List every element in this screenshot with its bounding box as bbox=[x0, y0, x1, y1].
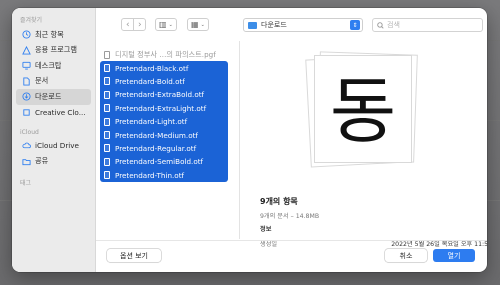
file-row[interactable]: Pretendard-Bold.otf bbox=[100, 75, 228, 88]
apps-icon bbox=[21, 45, 31, 55]
navigation-buttons: ‹ › bbox=[121, 18, 146, 31]
file-name: Pretendard-SemiBold.otf bbox=[115, 157, 204, 167]
search-field[interactable] bbox=[372, 18, 483, 32]
file-name: 디지털 정부사 …의 파의스트.pgf bbox=[115, 49, 216, 59]
file-list: 디지털 정부사 …의 파의스트.pgf Pretendard-Black.otf… bbox=[100, 48, 228, 182]
up-down-chevron-icon: ⇕ bbox=[350, 20, 360, 30]
sidebar-item-recents[interactable]: 최근 항목 bbox=[16, 27, 91, 43]
file-name: Pretendard-Medium.otf bbox=[115, 130, 198, 140]
sidebar-item-applications[interactable]: 응용 프로그램 bbox=[16, 43, 91, 59]
sidebar-item-label: 공유 bbox=[35, 156, 49, 166]
file-row[interactable]: Pretendard-Light.otf bbox=[100, 115, 228, 128]
preview-title: 9개의 항목 bbox=[260, 197, 298, 206]
file-name: Pretendard-Black.otf bbox=[115, 63, 189, 73]
columns-view-icon: ▥ bbox=[159, 20, 167, 29]
sidebar-item-shared[interactable]: 공유 bbox=[16, 154, 91, 170]
font-file-icon bbox=[104, 64, 110, 73]
preview-meta: 9개의 문서 – 14.8MB bbox=[260, 213, 320, 220]
grid-icon: ▦ bbox=[191, 20, 199, 29]
sidebar-item-downloads[interactable]: 다운로드 bbox=[16, 89, 91, 105]
sidebar-tags-header: 태그 bbox=[20, 180, 32, 187]
sidebar-item-label: 다운로드 bbox=[35, 91, 62, 101]
font-file-icon bbox=[104, 131, 110, 140]
file-name: Pretendard-Bold.otf bbox=[115, 76, 185, 86]
file-row[interactable]: Pretendard-SemiBold.otf bbox=[100, 155, 228, 168]
location-label: 다운로드 bbox=[261, 21, 287, 29]
document-icon bbox=[104, 50, 110, 59]
folder-icon bbox=[248, 21, 257, 29]
location-popup[interactable]: 다운로드 ⇕ bbox=[243, 18, 363, 32]
open-file-dialog: 즐겨찾기 최근 항목 응용 프로그램 데스크탑 문서 다운로드 Creative… bbox=[12, 8, 487, 272]
open-button[interactable]: 열기 bbox=[433, 249, 475, 262]
creative-cloud-icon bbox=[21, 107, 31, 117]
file-name: Pretendard-ExtraLight.otf bbox=[115, 103, 207, 113]
sidebar-item-label: 문서 bbox=[35, 76, 49, 86]
search-icon bbox=[377, 21, 384, 29]
toolbar: ‹ › ▥ ⌄ ▦ ⌄ 다운로드 ⇕ bbox=[96, 8, 487, 41]
cancel-button[interactable]: 취소 bbox=[385, 249, 427, 262]
file-row[interactable]: Pretendard-ExtraLight.otf bbox=[100, 102, 228, 115]
sidebar-item-label: 최근 항목 bbox=[35, 29, 64, 39]
preview-stack: 동 bbox=[305, 51, 418, 169]
file-row[interactable]: Pretendard-Black.otf bbox=[100, 61, 228, 74]
sidebar-item-icloud-drive[interactable]: iCloud Drive bbox=[16, 138, 91, 154]
download-icon bbox=[21, 92, 31, 102]
desktop-icon bbox=[21, 61, 31, 71]
font-glyph-preview: 동 bbox=[329, 69, 397, 153]
column-divider[interactable] bbox=[239, 41, 240, 239]
document-icon bbox=[21, 76, 31, 86]
font-file-icon bbox=[104, 104, 110, 113]
sidebar-item-documents[interactable]: 문서 bbox=[16, 74, 91, 90]
font-file-icon bbox=[104, 117, 110, 126]
sidebar-item-label: 응용 프로그램 bbox=[35, 45, 77, 55]
font-file-icon bbox=[104, 157, 110, 166]
sidebar-favorites-header: 즐겨찾기 bbox=[20, 17, 43, 24]
search-input[interactable] bbox=[387, 21, 477, 29]
forward-button[interactable]: › bbox=[133, 19, 145, 30]
chevron-down-icon: ⌄ bbox=[200, 21, 205, 28]
file-row[interactable]: Pretendard-ExtraBold.otf bbox=[100, 88, 228, 101]
preview-sheet-front: 동 bbox=[314, 55, 412, 163]
group-by-button[interactable]: ▦ ⌄ bbox=[187, 18, 209, 31]
chevron-down-icon: ⌄ bbox=[168, 21, 173, 28]
shared-folder-icon bbox=[21, 156, 31, 166]
view-mode-button[interactable]: ▥ ⌄ bbox=[155, 18, 177, 31]
show-options-button[interactable]: 옵션 보기 bbox=[107, 249, 161, 262]
info-header: 정보 bbox=[260, 226, 272, 233]
file-row[interactable]: 디지털 정부사 …의 파의스트.pgf bbox=[100, 48, 228, 61]
cloud-icon bbox=[21, 141, 31, 151]
clock-icon bbox=[21, 30, 31, 40]
sidebar-item-desktop[interactable]: 데스크탑 bbox=[16, 58, 91, 74]
sidebar-icloud-header: iCloud bbox=[20, 129, 39, 136]
sidebar: 즐겨찾기 최근 항목 응용 프로그램 데스크탑 문서 다운로드 Creative… bbox=[12, 8, 96, 272]
file-name: Pretendard-ExtraBold.otf bbox=[115, 90, 205, 100]
font-file-icon bbox=[104, 90, 110, 99]
font-file-icon bbox=[104, 77, 110, 86]
file-name: Pretendard-Light.otf bbox=[115, 117, 188, 127]
file-row[interactable]: Pretendard-Regular.otf bbox=[100, 142, 228, 155]
footer-divider bbox=[96, 240, 487, 241]
font-file-icon bbox=[104, 171, 110, 180]
file-name: Pretendard-Regular.otf bbox=[115, 143, 197, 153]
sidebar-item-label: 데스크탑 bbox=[35, 60, 62, 70]
sidebar-item-creative-cloud[interactable]: Creative Clo... bbox=[16, 105, 91, 121]
file-row[interactable]: Pretendard-Medium.otf bbox=[100, 128, 228, 141]
sidebar-item-label: Creative Clo... bbox=[35, 107, 86, 117]
back-button[interactable]: ‹ bbox=[122, 19, 133, 30]
font-file-icon bbox=[104, 144, 110, 153]
file-name: Pretendard-Thin.otf bbox=[115, 170, 185, 180]
sidebar-item-label: iCloud Drive bbox=[35, 141, 79, 151]
file-row[interactable]: Pretendard-Thin.otf bbox=[100, 169, 228, 182]
